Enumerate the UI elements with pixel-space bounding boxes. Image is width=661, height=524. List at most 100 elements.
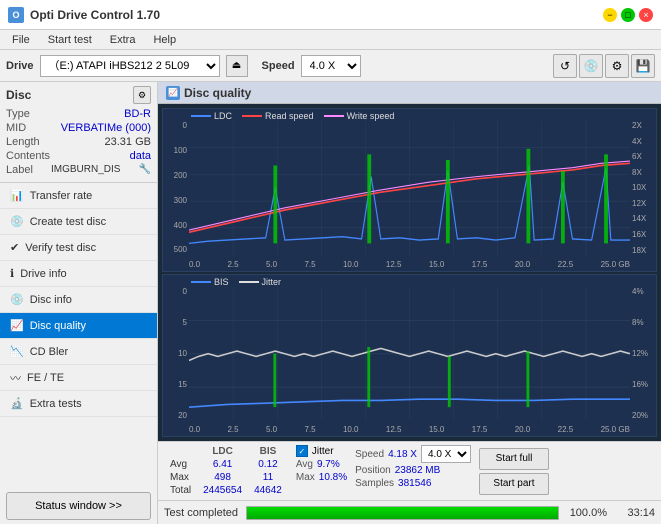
legend-jitter-label: Jitter: [262, 277, 282, 287]
nav-disc-info[interactable]: 💿 Disc info: [0, 287, 157, 313]
speed-label: Speed: [262, 60, 295, 72]
legend-bis-color: [191, 281, 211, 283]
nav-extra-tests-label: Extra tests: [30, 398, 82, 410]
save-button[interactable]: 💾: [631, 54, 655, 78]
stats-col-bis: BIS: [248, 445, 288, 458]
stats-area: LDC BIS Avg 6.41 0.12 Max 498 11 Total: [158, 441, 661, 500]
nav-drive-info[interactable]: ℹ Drive info: [0, 261, 157, 287]
jitter-section: ✓ Jitter Avg 9.7% Max 10.8%: [296, 445, 347, 497]
chart2-y-left: 20151050: [163, 287, 189, 421]
chart2-y-right: 20%16%12%8%4%: [630, 287, 656, 421]
menu-extra[interactable]: Extra: [102, 32, 144, 48]
label-label: Label: [6, 164, 33, 176]
chart1-y-left: 5004003002001000: [163, 121, 189, 255]
jitter-avg-value: 9.7%: [317, 459, 340, 470]
stats-col-ldc: LDC: [197, 445, 248, 458]
maximize-button[interactable]: □: [621, 8, 635, 22]
nav-disc-quality[interactable]: 📈 Disc quality: [0, 313, 157, 339]
menu-starttest[interactable]: Start test: [40, 32, 100, 48]
disc-button[interactable]: 💿: [579, 54, 603, 78]
disc-quality-header: 📈 Disc quality: [158, 82, 661, 104]
chart2-x-labels: 0.02.55.07.510.012.515.017.520.022.525.0…: [189, 425, 630, 434]
menu-file[interactable]: File: [4, 32, 38, 48]
content-area: 📈 Disc quality LDC Read speed: [158, 82, 661, 524]
samples-key: Samples: [355, 478, 394, 489]
drive-select[interactable]: （E:) ATAPI iHBS212 2 5L09: [40, 55, 220, 77]
speed-key: Speed: [355, 449, 384, 460]
progress-percent: 100.0%: [567, 507, 607, 519]
type-label: Type: [6, 108, 30, 120]
status-window-button[interactable]: Status window >>: [6, 492, 151, 520]
jitter-max-value: 10.8%: [319, 472, 347, 483]
charts-area: LDC Read speed Write speed 5004003002001…: [158, 104, 661, 441]
nav-create-test-disc-label: Create test disc: [30, 216, 106, 228]
nav-verify-test-disc[interactable]: ✔ Verify test disc: [0, 235, 157, 261]
chart-ldc: LDC Read speed Write speed 5004003002001…: [162, 108, 657, 272]
nav-cd-bler[interactable]: 📉 CD Bler: [0, 339, 157, 365]
drive-toolbar: Drive （E:) ATAPI iHBS212 2 5L09 ⏏ Speed …: [0, 50, 661, 82]
label-icon: 🔧: [139, 164, 151, 176]
label-value: IMGBURN_DIS: [51, 164, 120, 176]
nav-transfer-rate[interactable]: 📊 Transfer rate: [0, 183, 157, 209]
legend-bis: BIS: [191, 277, 229, 287]
app-title: Opti Drive Control 1.70: [30, 8, 160, 22]
position-value: 23862 MB: [395, 465, 441, 476]
settings-button[interactable]: ⚙: [605, 54, 629, 78]
sidebar-nav: 📊 Transfer rate 💿 Create test disc ✔ Ver…: [0, 183, 157, 488]
fe-te-icon: 〰: [10, 370, 21, 386]
speed-select[interactable]: 4.0 X: [301, 55, 361, 77]
chart1-x-labels: 0.02.55.07.510.012.515.017.520.022.525.0…: [189, 260, 630, 269]
chart1-svg: [189, 121, 630, 255]
legend-write-speed-color: [324, 115, 344, 117]
nav-create-test-disc[interactable]: 💿 Create test disc: [0, 209, 157, 235]
stats-max-label: Max: [164, 471, 197, 484]
close-button[interactable]: ×: [639, 8, 653, 22]
nav-fe-te[interactable]: 〰 FE / TE: [0, 365, 157, 391]
menu-help[interactable]: Help: [145, 32, 184, 48]
menu-bar: File Start test Extra Help: [0, 30, 661, 50]
status-bar: Test completed 100.0% 33:14: [158, 500, 661, 524]
refresh-button[interactable]: ↺: [553, 54, 577, 78]
start-full-button[interactable]: Start full: [479, 448, 549, 470]
nav-transfer-rate-label: Transfer rate: [30, 190, 93, 202]
legend-jitter: Jitter: [239, 277, 282, 287]
length-label: Length: [6, 136, 40, 148]
legend-read-speed-label: Read speed: [265, 111, 314, 121]
disc-title: Disc: [6, 88, 31, 102]
stats-avg-label: Avg: [164, 458, 197, 471]
stats-total-bis: 44642: [248, 484, 288, 497]
jitter-avg-label: Avg: [296, 459, 313, 470]
drive-label: Drive: [6, 60, 34, 72]
minimize-button[interactable]: −: [603, 8, 617, 22]
nav-disc-quality-label: Disc quality: [30, 320, 86, 332]
speed-select-stats[interactable]: 4.0 X: [421, 445, 471, 463]
nav-fe-te-label: FE / TE: [27, 372, 64, 384]
nav-cd-bler-label: CD Bler: [30, 346, 69, 358]
cd-bler-icon: 📉: [10, 345, 24, 358]
drive-info-icon: ℹ: [10, 267, 14, 280]
stats-avg-ldc: 6.41: [197, 458, 248, 471]
start-part-button[interactable]: Start part: [479, 473, 549, 495]
stats-total-label: Total: [164, 484, 197, 497]
title-bar: O Opti Drive Control 1.70 − □ ×: [0, 0, 661, 30]
verify-test-disc-icon: ✔: [10, 241, 19, 254]
legend-ldc: LDC: [191, 111, 232, 121]
contents-label: Contents: [6, 150, 50, 162]
nav-extra-tests[interactable]: 🔬 Extra tests: [0, 391, 157, 417]
progress-bar-fill: [247, 507, 558, 519]
stats-avg-bis: 0.12: [248, 458, 288, 471]
eject-button[interactable]: ⏏: [226, 55, 248, 77]
disc-quality-title: Disc quality: [184, 86, 251, 100]
jitter-label: Jitter: [312, 446, 334, 457]
legend-write-speed-label: Write speed: [347, 111, 395, 121]
contents-value: data: [130, 150, 151, 162]
jitter-checkbox[interactable]: ✓: [296, 445, 308, 457]
create-test-disc-icon: 💿: [10, 215, 24, 228]
disc-info-icon: 💿: [10, 293, 24, 306]
legend-write-speed: Write speed: [324, 111, 395, 121]
disc-quality-icon: 📈: [10, 319, 24, 332]
disc-settings-icon[interactable]: ⚙: [133, 86, 151, 104]
mid-label: MID: [6, 122, 26, 134]
legend-bis-label: BIS: [214, 277, 229, 287]
stats-col-empty: [164, 445, 197, 458]
